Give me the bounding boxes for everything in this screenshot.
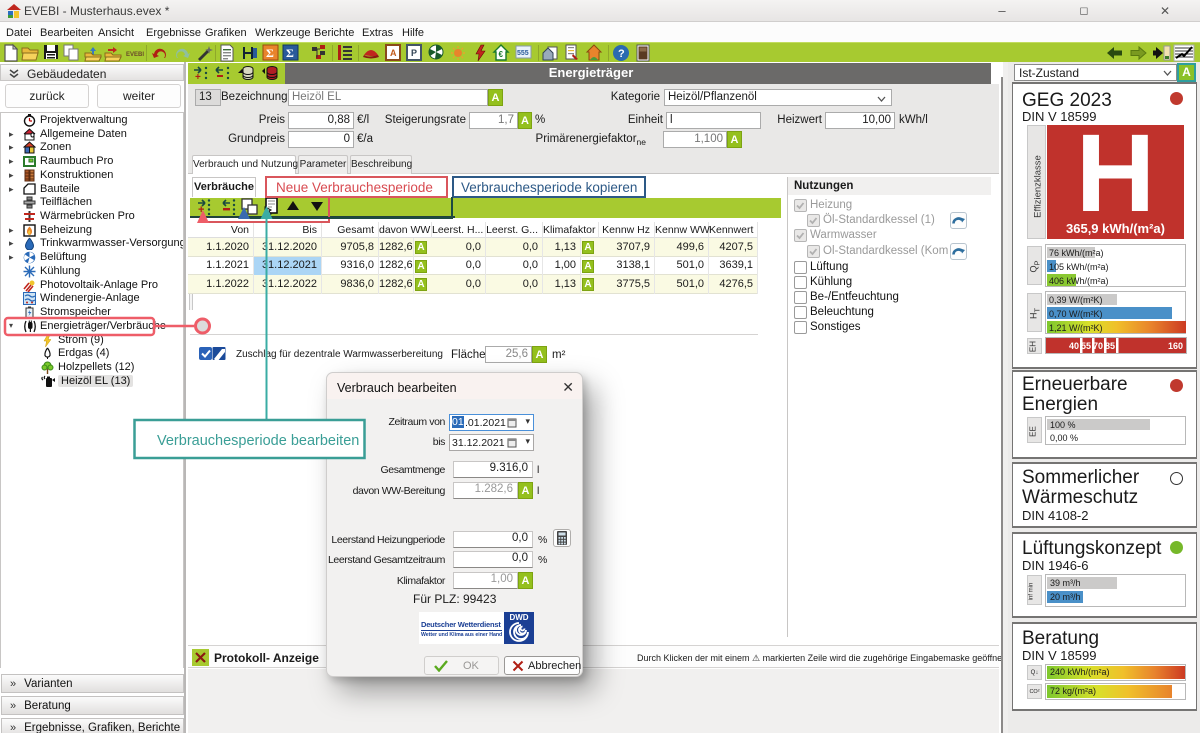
svg-text:+: + — [198, 204, 204, 215]
svg-text:A: A — [390, 48, 397, 58]
svg-text:P: P — [411, 48, 417, 58]
svg-text:Σ: Σ — [286, 46, 294, 60]
svg-text:EVEBI: EVEBI — [126, 52, 144, 58]
svg-text:555: 555 — [517, 50, 529, 57]
svg-text:Σ: Σ — [266, 46, 274, 60]
svg-text:+: + — [195, 72, 201, 83]
svg-text:85: 85 — [1105, 341, 1115, 351]
svg-text:40: 40 — [1069, 341, 1079, 351]
svg-text:160: 160 — [1168, 341, 1183, 351]
svg-text:?: ? — [618, 48, 625, 60]
svg-text:70: 70 — [1093, 341, 1103, 351]
svg-text:€: € — [499, 50, 504, 59]
svg-text:55: 55 — [1081, 341, 1091, 351]
